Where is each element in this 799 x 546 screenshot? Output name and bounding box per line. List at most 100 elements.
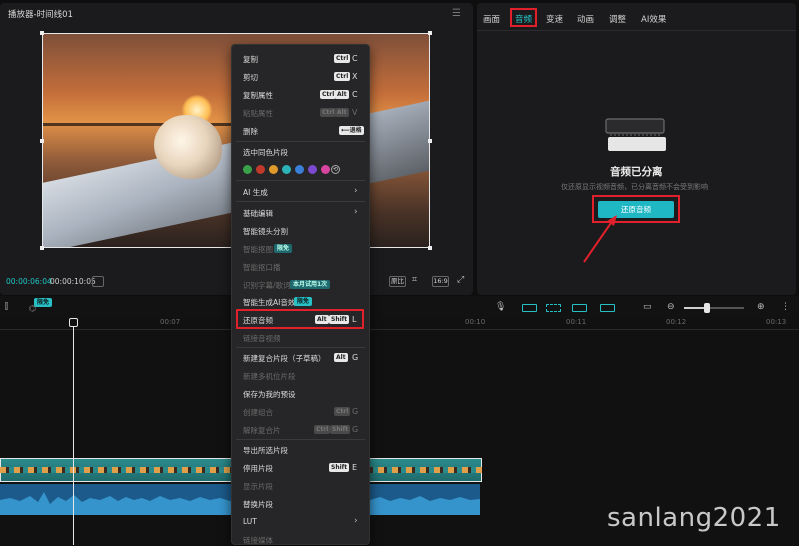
menu-separator — [236, 347, 365, 348]
menu-separator — [236, 141, 365, 142]
shortcut-key: Ctrl — [320, 90, 337, 99]
free-badge: 限免 — [294, 297, 313, 306]
menu-item-cut[interactable]: 剪切 — [243, 72, 258, 83]
menu-separator — [236, 439, 365, 440]
grid-toggle-icon[interactable] — [92, 276, 104, 287]
tab-animation[interactable]: 动画 — [577, 13, 594, 25]
menu-item-ungroup: 解除复合片 — [243, 426, 281, 435]
tab-picture[interactable]: 画面 — [483, 13, 500, 25]
aspect-ratio-button[interactable]: 16:9 — [432, 276, 449, 287]
menu-item-copy-attributes[interactable]: 复制属性 — [243, 90, 273, 101]
chevron-right-icon: › — [354, 516, 358, 526]
fullscreen-icon[interactable]: ⤢ — [457, 275, 464, 285]
menu-separator — [236, 201, 365, 202]
tab-ai-effects[interactable]: AI效果 — [641, 13, 666, 25]
menu-item-copy[interactable]: 复制 — [243, 54, 258, 65]
shortcut-key: Alt — [335, 90, 349, 99]
color-swatch[interactable] — [256, 165, 265, 174]
color-swatch[interactable] — [321, 165, 330, 174]
menu-item-ai-generate[interactable]: AI 生成 — [243, 187, 268, 198]
custom-color-icon[interactable]: ⟲ — [331, 165, 340, 174]
annotation-arrow — [583, 215, 617, 263]
shortcut-key: G — [352, 425, 359, 434]
menu-item-create-group: 创建组合 — [243, 408, 273, 417]
color-swatch[interactable] — [243, 165, 252, 174]
resize-handle-mr[interactable] — [428, 139, 432, 143]
tab-adjust[interactable]: 调整 — [609, 13, 626, 25]
shortcut-key: Ctrl — [334, 407, 351, 416]
playhead[interactable] — [73, 318, 74, 545]
menu-item-new-compound[interactable]: 新建复合片段（子草稿） — [243, 353, 326, 364]
shortcut-key: Ctrl — [320, 108, 337, 117]
shortcut-key: Ctrl — [334, 72, 351, 81]
resize-handle-bl[interactable] — [40, 246, 44, 250]
link-icon[interactable] — [522, 304, 537, 312]
menu-item-smart-cutout: 智能抠图 — [243, 245, 273, 254]
more-icon[interactable]: ⋮ — [781, 302, 790, 312]
microphone-icon[interactable]: 🎙 — [495, 302, 506, 312]
hamburger-menu-icon[interactable]: ☰ — [452, 8, 461, 19]
trial-badge: 本月试用1次 — [290, 280, 331, 289]
free-badge: 限免 — [34, 298, 53, 307]
color-swatch[interactable] — [308, 165, 317, 174]
divider — [477, 30, 796, 31]
resize-handle-tl[interactable] — [40, 31, 44, 35]
menu-item-select-same-color[interactable]: 选中同色片段 — [243, 147, 288, 158]
menu-item-basic-edit[interactable]: 基础编辑 — [243, 208, 273, 219]
ruler-tick: 00:07 — [160, 318, 181, 326]
menu-item-recognize-subtitles: 识别字幕/歌词 — [243, 281, 291, 290]
shortcut-key: E — [352, 463, 358, 472]
menu-item-paste-attributes: 粘贴属性 — [243, 109, 273, 118]
menu-item-link-tracks: 链接音视频 — [243, 334, 281, 343]
menu-item-replace-clip[interactable]: 替换片段 — [243, 499, 273, 510]
caption-icon[interactable]: ▭ — [643, 302, 652, 312]
color-swatch[interactable] — [269, 165, 278, 174]
menu-item-lut[interactable]: LUT — [243, 517, 257, 526]
shortcut-key: Shift — [329, 463, 350, 472]
shortcut-key: G — [352, 353, 359, 362]
chevron-right-icon: › — [354, 186, 358, 196]
playhead-handle[interactable] — [69, 318, 78, 327]
shortcut-key: V — [352, 108, 358, 117]
chevron-right-icon: › — [354, 207, 358, 217]
menu-item-smart-scene-split[interactable]: 智能镜头分割 — [243, 226, 288, 237]
snap-icon[interactable]: ⌬ — [29, 304, 36, 313]
color-swatch[interactable] — [295, 165, 304, 174]
zoom-slider-thumb[interactable] — [704, 303, 710, 313]
ruler-tick: 00:12 — [666, 318, 687, 326]
menu-item-link-media: 链接媒体 — [243, 536, 273, 545]
player-title: 播放器-时间线01 — [8, 10, 73, 20]
shortcut-key: C — [352, 54, 358, 63]
zoom-in-icon[interactable]: ⊕ — [757, 302, 765, 312]
menu-item-reveal-clip: 显示片段 — [243, 482, 273, 491]
menu-item-ai-sound-effect[interactable]: 智能生成AI音效 — [243, 297, 295, 308]
shortcut-key: G — [352, 407, 359, 416]
zoom-out-icon[interactable]: ⊖ — [667, 302, 675, 312]
resize-handle-tr[interactable] — [428, 31, 432, 35]
linkage-icon[interactable] — [600, 304, 615, 312]
audio-separated-icon — [605, 118, 666, 151]
ratio-button[interactable]: 原比 — [389, 276, 406, 287]
tab-speed[interactable]: 变速 — [546, 13, 563, 25]
shortcut-key: X — [352, 72, 358, 81]
menu-item-save-preset[interactable]: 保存为我的预设 — [243, 389, 296, 400]
menu-item-export-clip[interactable]: 导出所选片段 — [243, 445, 288, 456]
resize-handle-br[interactable] — [428, 246, 432, 250]
shortcut-key: C — [352, 90, 358, 99]
magnet-icon[interactable] — [546, 304, 561, 312]
timeline-toolbar — [0, 296, 799, 318]
ruler-tick: 00:11 — [566, 318, 587, 326]
split-icon[interactable]: ⫿ — [5, 302, 8, 312]
current-time: 00:00:06:04 — [6, 277, 52, 286]
menu-item-delete[interactable]: 删除 — [243, 126, 258, 137]
crop-icon[interactable]: ⌗ — [412, 275, 417, 285]
shortcut-key: ⟵退格 — [339, 126, 364, 135]
ruler-tick: 00:10 — [465, 318, 486, 326]
zoom-slider-fill — [684, 307, 706, 309]
preview-axis-icon[interactable] — [572, 304, 587, 312]
resize-handle-ml[interactable] — [40, 139, 44, 143]
color-swatch[interactable] — [282, 165, 291, 174]
audio-separated-title: 音频已分离 — [610, 166, 663, 178]
menu-item-disable-clip[interactable]: 停用片段 — [243, 463, 273, 474]
shortcut-key: Alt — [335, 108, 349, 117]
